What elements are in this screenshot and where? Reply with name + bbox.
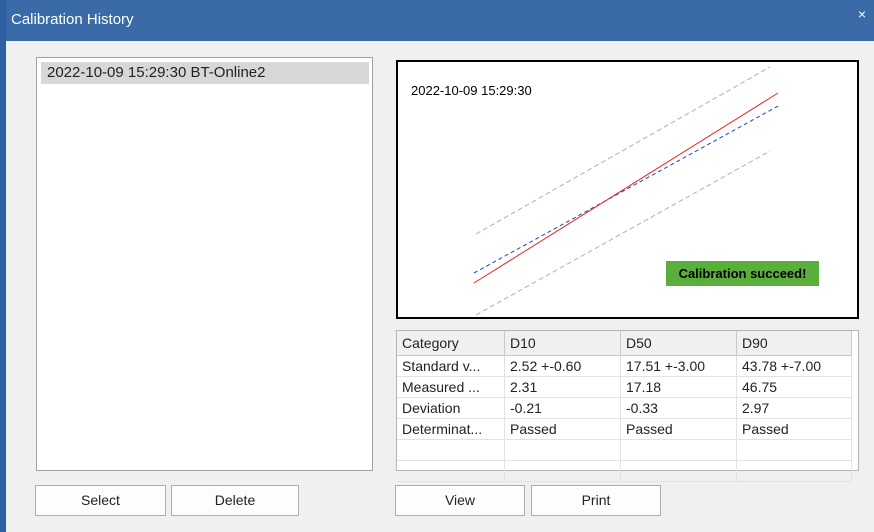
calibration-chart: 2022-10-09 15:29:30 Calibration succeed!: [396, 60, 859, 319]
table-row: [397, 460, 852, 482]
table-row: [397, 439, 852, 461]
table-row: Determinat... Passed Passed Passed: [397, 418, 852, 440]
table-cell: Passed: [504, 418, 621, 440]
column-header-d90[interactable]: D90: [736, 331, 852, 356]
table-row: Measured ... 2.31 17.18 46.75: [397, 376, 852, 398]
table-cell-empty: [736, 460, 852, 482]
table-cell: 2.52 +-0.60: [504, 355, 621, 377]
window-left-edge: [0, 0, 6, 532]
table-cell: 43.78 +-7.00: [736, 355, 852, 377]
view-button[interactable]: View: [395, 485, 525, 516]
title-bar: Calibration History ×: [0, 0, 874, 41]
calibration-history-window: Calibration History × 2022-10-09 15:29:3…: [0, 0, 874, 532]
table-cell: -0.21: [504, 397, 621, 419]
table-cell: Determinat...: [397, 418, 505, 440]
reference-line: [473, 104, 781, 274]
table-cell-empty: [736, 439, 852, 461]
table-cell: 17.51 +-3.00: [620, 355, 737, 377]
table-cell-empty: [504, 439, 621, 461]
results-table-grid: Category D10 D50 D90 Standard v... 2.52 …: [397, 331, 852, 482]
delete-button[interactable]: Delete: [171, 485, 299, 516]
table-cell: Passed: [736, 418, 852, 440]
window-title: Calibration History: [11, 11, 134, 28]
table-cell: Measured ...: [397, 376, 505, 398]
table-cell-empty: [620, 460, 737, 482]
table-cell: Passed: [620, 418, 737, 440]
table-cell-empty: [397, 460, 505, 482]
table-cell: 2.97: [736, 397, 852, 419]
table-cell: Deviation: [397, 397, 505, 419]
table-cell: 2.31: [504, 376, 621, 398]
table-cell: -0.33: [620, 397, 737, 419]
measured-line: [473, 92, 779, 284]
calibration-status-badge: Calibration succeed!: [666, 261, 819, 286]
table-header-row: Category D10 D50 D90: [397, 331, 852, 356]
table-cell: 17.18: [620, 376, 737, 398]
calibration-history-list[interactable]: 2022-10-09 15:29:30 BT-Online2: [36, 57, 373, 471]
column-header-d10[interactable]: D10: [504, 331, 621, 356]
lower-tolerance-line: [475, 150, 771, 316]
select-button[interactable]: Select: [35, 485, 166, 516]
column-header-category[interactable]: Category: [397, 331, 505, 356]
table-cell-empty: [397, 439, 505, 461]
column-header-d50[interactable]: D50: [620, 331, 737, 356]
table-cell-empty: [504, 460, 621, 482]
list-item[interactable]: 2022-10-09 15:29:30 BT-Online2: [41, 62, 369, 84]
table-row: Deviation -0.21 -0.33 2.97: [397, 397, 852, 419]
close-icon[interactable]: ×: [858, 6, 866, 22]
results-table: Category D10 D50 D90 Standard v... 2.52 …: [396, 330, 859, 482]
table-row: Standard v... 2.52 +-0.60 17.51 +-3.00 4…: [397, 355, 852, 377]
chart-timestamp: 2022-10-09 15:29:30: [411, 83, 532, 98]
table-cell: Standard v...: [397, 355, 505, 377]
table-cell-empty: [620, 439, 737, 461]
table-cell: 46.75: [736, 376, 852, 398]
print-button[interactable]: Print: [531, 485, 661, 516]
